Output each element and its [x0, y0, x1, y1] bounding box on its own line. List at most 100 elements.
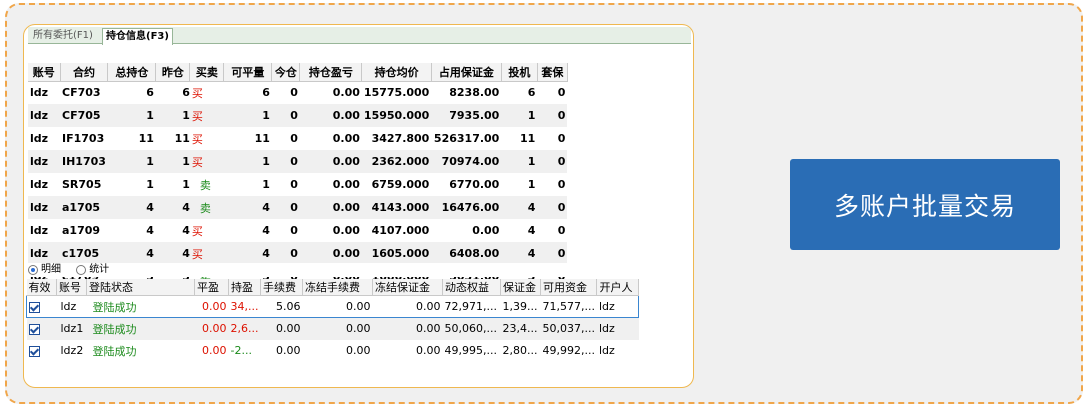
table-cell: 4 [155, 219, 190, 242]
positions-col-header[interactable]: 套保 [537, 63, 568, 82]
table-cell: ldz [28, 173, 60, 196]
table-cell: 0 [537, 104, 568, 127]
table-cell: 0.00 [372, 339, 443, 362]
accounts-col-header[interactable]: 冻结保证金 [372, 279, 443, 296]
table-row[interactable]: ldz a1709 4 4 买 4 0 0.00 4107.000 0.00 4 0 [28, 219, 568, 242]
positions-col-header[interactable]: 持仓均价 [361, 63, 432, 82]
table-cell: SR705 [60, 173, 108, 196]
table-cell: 4 [223, 242, 272, 265]
table-cell: IH1703 [60, 150, 108, 173]
table-row[interactable]: ldz IF1703 11 11 买 11 0 0.00 3427.800 526317.00 11… [28, 127, 568, 150]
accounts-col-header[interactable]: 开户人 [596, 279, 640, 296]
table-cell: 买 [189, 150, 224, 173]
table-cell: 1 [223, 150, 272, 173]
table-cell: 8238.00 [431, 81, 502, 104]
table-cell: 0.00 [302, 317, 373, 340]
table-cell: 0.00 [372, 317, 443, 340]
positions-col-header[interactable]: 合约 [60, 63, 109, 82]
table-cell: 11 [223, 127, 272, 150]
table-cell: 1 [501, 104, 538, 127]
radio-detail[interactable]: 明细 [28, 263, 61, 277]
checkbox-checked-icon[interactable] [29, 301, 40, 313]
table-cell: 0.00 [299, 219, 362, 242]
positions-col-header[interactable]: 可平量 [223, 63, 273, 82]
accounts-col-header[interactable]: 平盈 [194, 279, 229, 296]
table-cell: 49,995,... [442, 339, 501, 362]
table-cell: 0.00 [302, 339, 373, 362]
table-cell: 15950.000 [361, 104, 432, 127]
table-cell: ldz [56, 295, 87, 318]
table-row[interactable]: ldz 登陆成功 0.00 34,... 5.06 0.00 0.00 72,971,... 1… [26, 295, 640, 318]
table-cell: 0.00 [260, 317, 303, 340]
table-cell: 6 [155, 81, 190, 104]
accounts-col-header[interactable]: 手续费 [260, 279, 303, 296]
multi-account-batch-trade-button[interactable]: 多账户批量交易 [790, 159, 1060, 250]
table-row[interactable]: ldz2 登陆成功 0.00 -2... 0.00 0.00 0.00 49,995,... 2… [26, 339, 639, 362]
table-cell: 0 [271, 242, 300, 265]
table-cell: 0.00 [299, 81, 362, 104]
positions-col-header[interactable]: 今仓 [271, 63, 301, 82]
table-cell: ldz1 [56, 317, 87, 340]
table-cell: 4143.000 [361, 196, 432, 219]
table-cell: 0.00 [260, 339, 303, 362]
table-cell: 16476.00 [431, 196, 502, 219]
accounts-col-header[interactable]: 持盈 [228, 279, 261, 296]
table-row[interactable]: ldz c1705 4 4 买 4 0 0.00 1605.000 6408.00 4 0 [28, 242, 568, 265]
table-cell: ldz [596, 317, 639, 340]
table-row[interactable]: ldz CF703 6 6 买 6 0 0.00 15775.000 8238.00 6 0 [28, 81, 568, 104]
checkbox-checked-icon[interactable] [28, 345, 40, 357]
positions-table-viewport[interactable]: 账号 合约 总持仓 昨仓 买卖 可平量 今仓 持仓盈亏 持仓均价 占用保证金 投机 套保 ldz CF7… [26, 44, 586, 282]
accounts-col-header[interactable]: 有效 [26, 279, 57, 296]
accounts-col-header[interactable]: 动态权益 [442, 279, 501, 296]
table-cell: 526317.00 [431, 127, 502, 150]
tab-positions[interactable]: 持仓信息(F3) [102, 28, 173, 45]
table-cell: 0.00 [299, 196, 362, 219]
positions-col-header[interactable]: 总持仓 [107, 63, 157, 82]
table-row[interactable]: ldz a1705 4 4 卖 4 0 0.00 4143.000 16476.00 4 0 [28, 196, 568, 219]
table-cell: 0.00 [299, 127, 362, 150]
table-row[interactable]: ldz1 登陆成功 0.00 2,6... 0.00 0.00 0.00 50,060,...… [26, 317, 639, 340]
table-cell: 0 [271, 196, 300, 219]
table-cell: 卖 [189, 196, 224, 219]
table-cell: a1709 [60, 219, 108, 242]
table-cell: 7935.00 [431, 104, 502, 127]
positions-col-header[interactable]: 买卖 [189, 63, 225, 82]
table-cell: 0 [271, 173, 300, 196]
positions-col-header[interactable]: 账号 [28, 63, 61, 82]
radio-dot-icon [76, 265, 87, 275]
table-cell: 0.00 [302, 295, 373, 318]
accounts-col-header[interactable]: 冻结手续费 [302, 279, 373, 296]
table-cell: 50,060,... [442, 317, 501, 340]
positions-col-header[interactable]: 持仓盈亏 [299, 63, 363, 82]
accounts-col-header[interactable]: 账号 [56, 279, 87, 296]
table-cell: 2,6... [228, 317, 261, 340]
table-row[interactable]: ldz SR705 1 1 卖 1 0 0.00 6759.000 6770.00 1 0 [28, 173, 568, 196]
table-cell: 1 [155, 150, 190, 173]
table-cell: -2... [228, 339, 261, 362]
accounts-col-header[interactable]: 登陆状态 [86, 279, 195, 296]
table-cell: 4107.000 [361, 219, 432, 242]
table-cell: 1 [223, 104, 272, 127]
accounts-col-header[interactable]: 可用资金 [540, 279, 598, 296]
table-cell: 登陆成功 [86, 317, 195, 340]
table-cell: 1 [107, 150, 156, 173]
table-cell: ldz [28, 150, 60, 173]
table-cell: 0.00 [194, 295, 229, 318]
positions-col-header[interactable]: 昨仓 [155, 63, 191, 82]
table-cell: 0 [271, 81, 300, 104]
trading-panel: 所有委托(F1) 持仓信息(F3) 账号 合约 总持仓 昨仓 买卖 可平量 今仓 持仓盈亏 持仓… [23, 24, 694, 388]
table-cell: 0 [537, 173, 568, 196]
positions-col-header[interactable]: 占用保证金 [431, 63, 502, 82]
table-cell: 买 [189, 219, 224, 242]
table-cell: 6408.00 [431, 242, 502, 265]
radio-summary[interactable]: 统计 [76, 263, 109, 277]
table-cell: 0.00 [299, 173, 362, 196]
radio-detail-label: 明细 [41, 264, 61, 275]
table-row[interactable]: ldz CF705 1 1 买 1 0 0.00 15950.000 7935.00 1 0 [28, 104, 568, 127]
accounts-col-header[interactable]: 保证金 [500, 279, 541, 296]
tab-all-orders[interactable]: 所有委托(F1) [30, 28, 96, 43]
table-row[interactable]: ldz IH1703 1 1 买 1 0 0.00 2362.000 70974.00 1 0 [28, 150, 568, 173]
table-cell: 0 [537, 81, 568, 104]
checkbox-checked-icon[interactable] [28, 323, 40, 335]
positions-col-header[interactable]: 投机 [501, 63, 538, 82]
